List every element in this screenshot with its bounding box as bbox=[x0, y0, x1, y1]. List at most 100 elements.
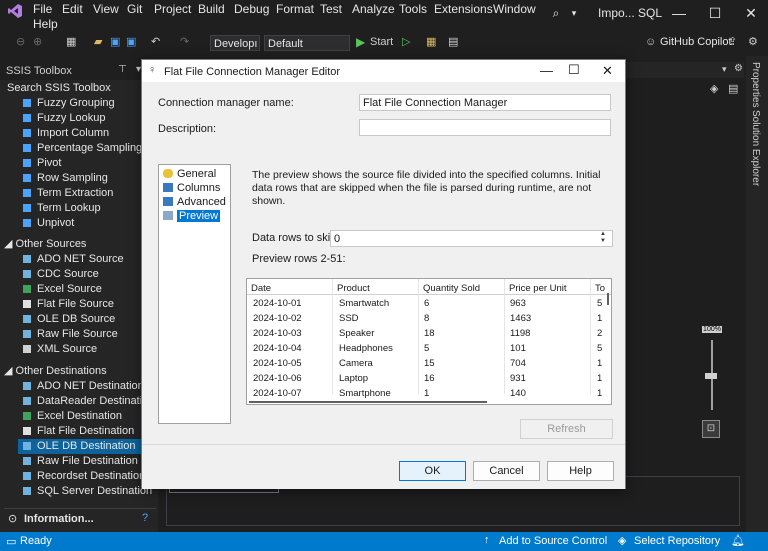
configuration-dropdown[interactable]: Developı bbox=[210, 35, 260, 51]
tab-overflow-icon[interactable]: ▾ bbox=[722, 64, 727, 75]
toolbox-item-term-extraction[interactable]: Term Extraction bbox=[18, 186, 158, 201]
new-project-icon[interactable]: ▦ bbox=[66, 33, 76, 51]
start-icon[interactable]: ▶ bbox=[356, 33, 365, 51]
open-folder-icon[interactable]: ▰ bbox=[94, 33, 102, 51]
window-layout-icon[interactable]: ▤ bbox=[448, 33, 458, 51]
column-header[interactable]: Date bbox=[251, 283, 271, 294]
start-without-debugging-icon[interactable]: ▷ bbox=[402, 33, 410, 51]
toolbox-item-pivot[interactable]: Pivot bbox=[18, 156, 158, 171]
menu-analyze[interactable]: Analyze bbox=[352, 2, 395, 16]
undo-icon[interactable]: ↶ bbox=[151, 33, 160, 51]
rows-to-skip-spinner[interactable]: 0 ▲ ▼ bbox=[330, 230, 613, 247]
menu-edit[interactable]: Edit bbox=[62, 2, 83, 16]
start-button[interactable]: Start bbox=[370, 33, 393, 51]
back-icon[interactable]: ⊖ bbox=[16, 33, 25, 51]
help-icon[interactable]: ? bbox=[142, 512, 148, 524]
tab-settings-icon[interactable]: ⚙ bbox=[734, 63, 743, 74]
toolbox-item-flat-file-destination[interactable]: Flat File Destination bbox=[18, 424, 158, 439]
toolbox-item-raw-file-source[interactable]: Raw File Source bbox=[18, 327, 158, 342]
toolbox-item-unpivot[interactable]: Unpivot bbox=[18, 216, 158, 231]
vertical-scrollbar-thumb[interactable] bbox=[607, 293, 609, 305]
forward-icon[interactable]: ⊕ bbox=[33, 33, 42, 51]
refresh-button[interactable]: Refresh bbox=[520, 419, 613, 439]
pin-icon[interactable]: ⊤ bbox=[118, 64, 127, 75]
toolbox-item-ole-db-destination[interactable]: OLE DB Destination bbox=[18, 439, 158, 454]
toolbox-item-datareader-destination[interactable]: DataReader Destination bbox=[18, 394, 158, 409]
copilot-button[interactable]: GitHub Copilot bbox=[660, 33, 732, 51]
maximize-icon[interactable]: ☐ bbox=[568, 62, 580, 78]
ok-button[interactable]: OK bbox=[399, 461, 466, 481]
nav-preview[interactable]: Preview bbox=[163, 210, 221, 222]
menu-format[interactable]: Format bbox=[276, 2, 314, 16]
column-header[interactable]: Quantity Sold bbox=[423, 283, 480, 294]
nav-advanced[interactable]: Advanced bbox=[163, 196, 226, 208]
toolbox-item-flat-file-source[interactable]: Flat File Source bbox=[18, 297, 158, 312]
dialog-close-icon[interactable]: ✕ bbox=[602, 63, 613, 79]
toolbox-item-row-sampling[interactable]: Row Sampling bbox=[18, 171, 158, 186]
connection-name-field[interactable]: Flat File Connection Manager bbox=[359, 94, 611, 111]
toolbox-item-percentage-sampling[interactable]: Percentage Sampling bbox=[18, 141, 158, 156]
nav-columns[interactable]: Columns bbox=[163, 182, 220, 194]
toolbox-item-cdc-source[interactable]: CDC Source bbox=[18, 267, 158, 282]
tab-solution-explorer[interactable]: Solution Explorer bbox=[750, 110, 761, 186]
select-repository-button[interactable]: Select Repository bbox=[634, 535, 720, 547]
toolbox-group-other-destinations[interactable]: ◢ Other Destinations bbox=[4, 364, 107, 379]
horizontal-scrollbar-thumb[interactable] bbox=[249, 401, 487, 403]
menu-project[interactable]: Project bbox=[154, 2, 191, 16]
redo-icon[interactable]: ↷ bbox=[180, 33, 189, 51]
search-dropdown-icon[interactable]: ▾ bbox=[563, 4, 585, 22]
toolbox-item-recordset-destination[interactable]: Recordset Destination bbox=[18, 469, 158, 484]
notifications-icon[interactable]: 🔔︎ bbox=[731, 534, 745, 547]
column-header[interactable]: To bbox=[595, 283, 605, 294]
connection-icon[interactable]: ▤ bbox=[728, 82, 738, 95]
toolbox-item-sql-server-destination[interactable]: SQL Server Destination bbox=[18, 484, 158, 499]
help-button[interactable]: Help bbox=[547, 461, 614, 481]
column-header[interactable]: Product bbox=[337, 283, 370, 294]
menu-view[interactable]: View bbox=[93, 2, 119, 16]
tab-properties[interactable]: Properties bbox=[750, 62, 761, 108]
zoom-slider-thumb[interactable] bbox=[705, 373, 717, 379]
cancel-button[interactable]: Cancel bbox=[473, 461, 540, 481]
toolbox-item-import-column[interactable]: Import Column bbox=[18, 126, 158, 141]
preview-grid[interactable]: Date Product Quantity Sold Price per Uni… bbox=[246, 278, 612, 405]
settings-icon[interactable]: ⚙ bbox=[748, 33, 758, 51]
platform-dropdown[interactable]: Default bbox=[264, 35, 350, 51]
toolbox-item-raw-file-destination[interactable]: Raw File Destination bbox=[18, 454, 158, 469]
menu-file[interactable]: File bbox=[33, 2, 52, 16]
fit-to-window-icon[interactable]: ⊡ bbox=[702, 420, 720, 438]
toolbox-item-xml-source[interactable]: XML Source bbox=[18, 342, 158, 357]
information-bar[interactable]: ⊙ Information... ? bbox=[4, 508, 156, 529]
column-header[interactable]: Price per Unit bbox=[509, 283, 567, 294]
toolbox-item-ole-db-source[interactable]: OLE DB Source bbox=[18, 312, 158, 327]
menu-window[interactable]: Window bbox=[493, 2, 536, 16]
toolbox-item-fuzzy-lookup[interactable]: Fuzzy Lookup bbox=[18, 111, 158, 126]
toolbox-group-other-sources[interactable]: ◢ Other Sources bbox=[4, 237, 86, 252]
menu-git[interactable]: Git bbox=[127, 2, 142, 16]
spinner-arrows-icon[interactable]: ▲ ▼ bbox=[600, 231, 606, 245]
toolbox-search-input[interactable]: Search SSIS Toolbox bbox=[4, 80, 144, 96]
description-field[interactable] bbox=[359, 119, 611, 136]
nav-general[interactable]: General bbox=[163, 168, 216, 180]
toolbox-item-excel-source[interactable]: Excel Source bbox=[18, 282, 158, 297]
add-to-source-control-button[interactable]: Add to Source Control bbox=[499, 535, 607, 547]
share-icon[interactable]: ⇪ bbox=[728, 33, 737, 51]
toolbox-item-term-lookup[interactable]: Term Lookup bbox=[18, 201, 158, 216]
minimize-icon[interactable]: — bbox=[668, 4, 690, 22]
toolbox-item-fuzzy-grouping[interactable]: Fuzzy Grouping bbox=[18, 96, 158, 111]
close-icon[interactable]: ✕ bbox=[740, 4, 762, 22]
toolbox-item-excel-destination[interactable]: Excel Destination bbox=[18, 409, 158, 424]
menu-extensions[interactable]: Extensions bbox=[434, 2, 493, 16]
copilot-icon[interactable]: ☺ bbox=[645, 33, 656, 51]
save-icon[interactable]: ▣ bbox=[110, 33, 120, 51]
package-explorer-icon[interactable]: ◈ bbox=[710, 82, 718, 95]
save-all-icon[interactable]: ▣ bbox=[126, 33, 136, 51]
menu-test[interactable]: Test bbox=[320, 2, 342, 16]
package-icon[interactable]: ▦ bbox=[426, 33, 436, 51]
menu-tools[interactable]: Tools bbox=[399, 2, 427, 16]
maximize-icon[interactable]: ☐ bbox=[704, 4, 726, 22]
minimize-icon[interactable]: — bbox=[540, 63, 553, 78]
toolbox-item-ado-net-destination[interactable]: ADO NET Destination bbox=[18, 379, 158, 394]
menu-help[interactable]: Help bbox=[33, 17, 58, 31]
menu-build[interactable]: Build bbox=[198, 2, 225, 16]
toolbox-item-ado-net-source[interactable]: ADO NET Source bbox=[18, 252, 158, 267]
